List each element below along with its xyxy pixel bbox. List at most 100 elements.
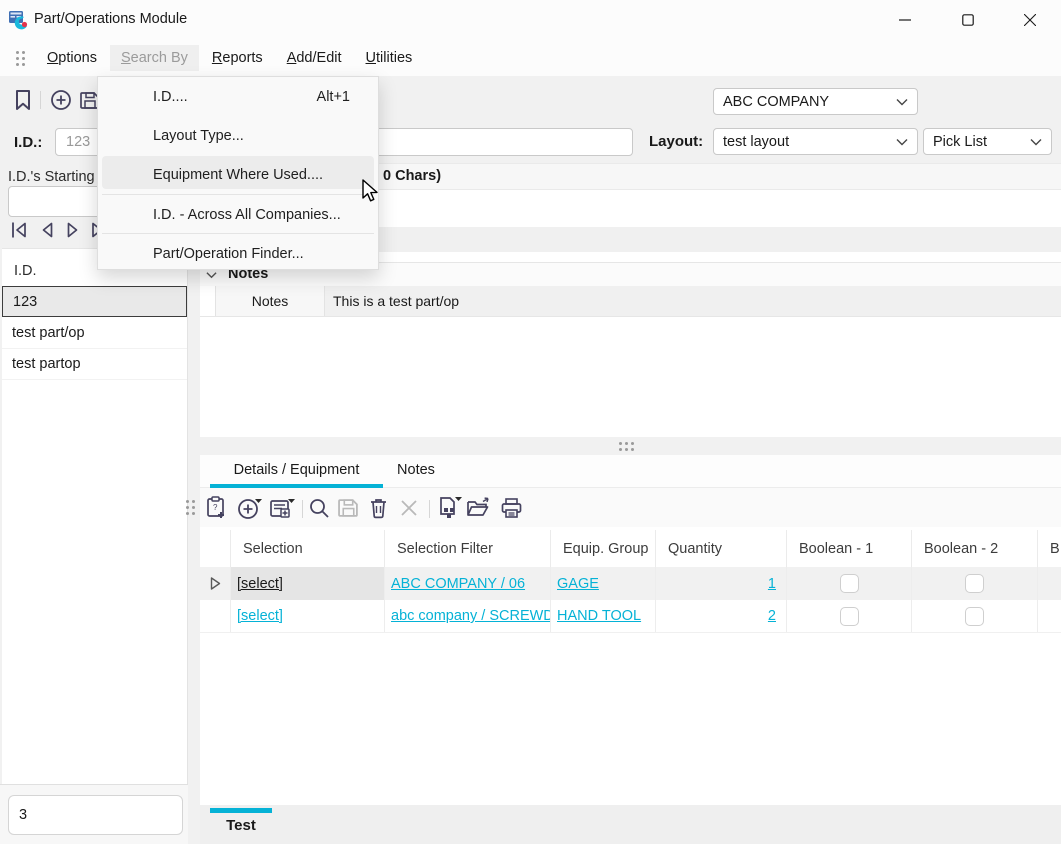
boolean-1-checkbox[interactable] (840, 574, 859, 593)
tab-notes[interactable]: Notes (385, 462, 447, 478)
mouse-cursor (362, 179, 381, 205)
equip-group-link[interactable]: GAGE (557, 576, 599, 592)
import-folder-icon[interactable] (466, 497, 491, 519)
grid-header-boolean-1[interactable]: Boolean - 1 (787, 530, 912, 567)
menu-item-part-operation-finder[interactable]: Part/Operation Finder... (98, 234, 378, 273)
company-select[interactable]: ABC COMPANY (713, 88, 918, 115)
layout-select[interactable]: test layout (713, 128, 918, 155)
list-item[interactable]: test part/op (2, 318, 187, 349)
menu-reports[interactable]: Reports (201, 45, 274, 71)
chars-header-label: 0 Chars) (383, 168, 441, 184)
selection-filter-cell: abc company / SCREWD (385, 600, 551, 632)
menu-item-id-across-all-companies[interactable]: I.D. - Across All Companies... (98, 195, 378, 234)
grid-row[interactable]: [select] abc company / SCREWD HAND TOOL … (200, 600, 1061, 633)
select-link[interactable]: [select] (237, 576, 283, 592)
menu-item-layout-type[interactable]: Layout Type... (98, 116, 378, 155)
maximize-button[interactable] (945, 0, 991, 40)
boolean-2-cell (912, 567, 1038, 600)
chevron-down-icon (896, 138, 908, 146)
list-item[interactable]: test partop (2, 349, 187, 380)
bookmark-icon[interactable] (12, 88, 34, 112)
row-selector-cell[interactable] (200, 567, 231, 600)
nav-next-button[interactable] (62, 219, 84, 241)
menu-item-equipment-where-used[interactable]: Equipment Where Used.... (98, 155, 378, 194)
chevron-down-icon (896, 98, 908, 106)
equip-group-cell: GAGE (551, 567, 656, 600)
layout-select-value: test layout (723, 134, 789, 150)
layout-label: Layout: (649, 133, 703, 150)
boolean-2-checkbox[interactable] (965, 574, 984, 593)
menu-item-id[interactable]: I.D.... Alt+1 (98, 77, 378, 116)
selection-filter-cell: ABC COMPANY / 06 (385, 567, 551, 600)
add-record-icon[interactable] (237, 497, 263, 519)
toolbar-grip-icon[interactable] (186, 500, 195, 515)
boolean-3-cell-clipped (1038, 567, 1061, 600)
print-icon[interactable] (500, 497, 523, 519)
boolean-3-cell-clipped (1038, 600, 1061, 632)
selection-cell: [select] (231, 600, 385, 632)
bottom-tab-test[interactable]: Test (210, 817, 272, 834)
grid-header-selection-filter[interactable]: Selection Filter (385, 530, 551, 567)
picklist-select-value: Pick List (933, 134, 987, 150)
quantity-link[interactable]: 1 (768, 576, 776, 592)
picklist-select[interactable]: Pick List (923, 128, 1052, 155)
copy-special-icon[interactable] (436, 495, 463, 520)
grid-header-equip-group[interactable]: Equip. Group (551, 530, 656, 567)
search-icon[interactable] (308, 497, 330, 519)
add-row-icon[interactable] (269, 497, 296, 520)
boolean-2-checkbox[interactable] (965, 607, 984, 626)
equip-group-link[interactable]: HAND TOOL (557, 608, 641, 624)
grid-header-boolean-2[interactable]: Boolean - 2 (912, 530, 1038, 567)
grid-row-current[interactable]: [select] ABC COMPANY / 06 GAGE 1 (200, 567, 1061, 600)
nav-previous-button[interactable] (36, 219, 58, 241)
notes-body-area[interactable] (200, 317, 1061, 437)
selection-cell: [select] (231, 567, 385, 600)
detail-tab-strip: Details / Equipment Notes (200, 455, 1061, 488)
selection-filter-link[interactable]: ABC COMPANY / 06 (391, 576, 525, 592)
id-list-column-header: I.D. (14, 263, 37, 279)
grid-header-quantity[interactable]: Quantity (656, 530, 787, 567)
selection-filter-link[interactable]: abc company / SCREWD (391, 608, 551, 624)
select-link[interactable]: [select] (237, 608, 283, 624)
menu-options[interactable]: Options (36, 45, 108, 71)
id-list-panel: I.D. 123 test part/op test partop (2, 248, 188, 784)
menu-shortcut: Alt+1 (317, 89, 350, 105)
menu-search-by[interactable]: Search By (110, 45, 199, 71)
menubar-grip-icon[interactable] (16, 51, 25, 66)
notes-field-value-cell[interactable]: This is a test part/op (325, 286, 1061, 316)
ids-starting-label: I.D.'s Starting (8, 169, 95, 185)
svg-text:?: ? (213, 503, 218, 512)
minimize-button[interactable] (882, 0, 928, 40)
minimize-icon (899, 14, 911, 26)
delete-icon[interactable] (368, 497, 389, 519)
nav-first-button[interactable] (8, 219, 30, 241)
notes-field-label-cell: Notes (216, 286, 325, 316)
boolean-2-cell (912, 600, 1038, 632)
app-icon (8, 9, 30, 31)
boolean-1-checkbox[interactable] (840, 607, 859, 626)
quantity-link[interactable]: 2 (768, 608, 776, 624)
menu-add-edit[interactable]: Add/Edit (276, 45, 353, 71)
equip-group-cell: HAND TOOL (551, 600, 656, 632)
menu-utilities[interactable]: Utilities (355, 45, 424, 71)
close-button[interactable] (1007, 0, 1053, 40)
boolean-1-cell (787, 600, 912, 632)
grid-header-row: Selection Selection Filter Equip. Group … (200, 530, 1061, 568)
record-count-input[interactable] (8, 795, 183, 835)
id-label: I.D.: (14, 134, 42, 151)
close-icon (1024, 14, 1036, 26)
add-circle-icon[interactable] (50, 89, 72, 111)
tab-details-equipment[interactable]: Details / Equipment (210, 462, 383, 478)
splitter-handle[interactable] (619, 442, 634, 451)
list-item-selected[interactable]: 123 (2, 286, 187, 317)
bottom-tab-strip: Test (200, 805, 1061, 844)
grid-header-boolean-3-clipped[interactable]: B (1038, 530, 1061, 567)
paste-add-icon[interactable]: ? (205, 495, 227, 520)
grid-header-selection[interactable]: Selection (231, 530, 385, 567)
quantity-cell: 1 (656, 567, 787, 600)
window-title: Part/Operations Module (34, 11, 187, 27)
chevron-down-icon (1030, 138, 1042, 146)
quantity-cell: 2 (656, 600, 787, 632)
row-selector-cell[interactable] (200, 600, 231, 632)
titlebar: Part/Operations Module (0, 0, 1061, 40)
